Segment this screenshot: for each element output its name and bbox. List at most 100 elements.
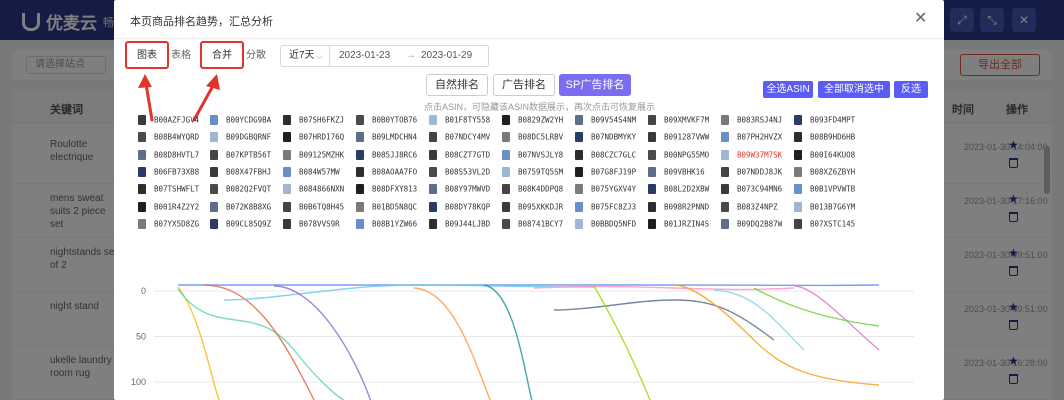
asin-legend-item[interactable]: B08L2D2XBW [648, 181, 720, 198]
rank-series-line[interactable] [177, 286, 224, 400]
asin-legend-item[interactable]: B07HRD176Q [283, 129, 355, 146]
asin-legend-item[interactable]: B078VVS9R [283, 216, 355, 233]
close-icon[interactable]: ✕ [914, 11, 927, 27]
asin-legend-item[interactable]: B08DC5LRBV [502, 129, 574, 146]
product-thumbnail-icon [721, 132, 729, 143]
asin-legend-item[interactable]: B075FC8ZJ3 [575, 199, 647, 216]
asin-legend-item[interactable]: B06FB73XB8 [138, 164, 210, 181]
asin-legend-item[interactable]: B00AZFJGV4 [138, 112, 210, 129]
asin-legend-item[interactable]: B09XMVKF7M [648, 112, 720, 129]
asin-legend-item[interactable]: B08CZT7GTD [429, 147, 501, 164]
asin-legend-item[interactable]: B083RSJ4NJ [721, 112, 793, 129]
asin-legend-item[interactable]: B09DQ2B87W [721, 216, 793, 233]
asin-code: B00NPG55MO [664, 150, 710, 160]
date-start[interactable]: 2023-01-23 [339, 46, 390, 66]
asin-code: B08DY78KQP [445, 202, 491, 211]
product-thumbnail-icon [794, 166, 802, 177]
deselect-all-button[interactable]: 全部取消选中 [818, 81, 890, 98]
asin-legend-item[interactable]: B08K4DDPQ8 [502, 181, 574, 198]
asin-legend-item[interactable]: B09W37M7SK [721, 147, 793, 164]
rank-series-line[interactable] [553, 299, 775, 341]
asin-code: B091287VWW [664, 132, 710, 142]
asin-legend-item[interactable]: B091287VWW [648, 129, 720, 146]
asin-legend-item[interactable]: B0759TQ5SM [502, 164, 574, 181]
product-thumbnail-icon [283, 132, 291, 143]
asin-legend-item[interactable]: B08741BCY7 [502, 216, 574, 233]
asin-legend-item[interactable]: B08DFXY813 [356, 181, 428, 198]
asin-legend-item[interactable]: B08XZ6ZBYH [794, 164, 866, 181]
rank-series-line[interactable] [753, 287, 880, 327]
asin-legend-item[interactable]: B0BBDQ5NFD [575, 216, 647, 233]
asin-legend-item[interactable]: B08CZC7GLC [575, 147, 647, 164]
asin-legend-item[interactable]: B07TSHWFLT [138, 181, 210, 198]
asin-legend-item[interactable]: B08X47FBHJ [210, 164, 282, 181]
asin-legend-item[interactable]: B001R4Z2Y2 [138, 199, 210, 216]
asin-legend-item[interactable]: B07YX5D8ZG [138, 216, 210, 233]
asin-legend-item[interactable]: B07NDDJ8JK [721, 164, 793, 181]
asin-legend-item[interactable]: B075YGXV4Y [575, 181, 647, 198]
tab-split[interactable]: 分散 [241, 46, 271, 66]
asin-legend-item[interactable]: B084866NXN [283, 181, 355, 198]
asin-legend-item[interactable]: B083Z4NPZ [721, 199, 793, 216]
asin-legend-item[interactable]: B07G8FJ19P [575, 164, 647, 181]
tab-sp-ad-rank[interactable]: SP广告排名 [559, 74, 631, 96]
asin-legend-item[interactable]: B07PH2HVZX [721, 129, 793, 146]
asin-legend-item[interactable]: B08B9HD6HB [794, 129, 866, 146]
product-thumbnail-icon [575, 184, 583, 195]
date-end[interactable]: 2023-01-29 [421, 46, 472, 66]
asin-legend-item[interactable]: B00I64KUO8 [794, 147, 866, 164]
asin-legend-item[interactable]: B07KPTB56T [210, 147, 282, 164]
asin-legend-item[interactable]: B095XKKDJR [502, 199, 574, 216]
rank-series-line[interactable] [713, 289, 805, 351]
asin-legend-item[interactable]: B07XSTC145 [794, 216, 866, 233]
asin-legend-item[interactable]: B01F8TY558 [429, 112, 501, 129]
asin-legend-item[interactable]: B08Y97MWVD [429, 181, 501, 198]
asin-legend-item[interactable]: B08D8HVTL7 [138, 147, 210, 164]
asin-legend-item[interactable]: B09V54S4NM [575, 112, 647, 129]
asin-legend-item[interactable]: B0829ZW2YH [502, 112, 574, 129]
asin-legend-item[interactable]: B07NDBMYKY [575, 129, 647, 146]
rank-series-line[interactable] [413, 287, 494, 400]
asin-legend-item[interactable]: B08AOAA7FO [356, 164, 428, 181]
asin-legend-item[interactable]: B013B7G6YM [794, 199, 866, 216]
asin-legend-item[interactable]: B01JRZIN4S [648, 216, 720, 233]
asin-legend-item[interactable]: B085JJ8RC6 [356, 147, 428, 164]
asin-legend-item[interactable]: B07NDCY4MV [429, 129, 501, 146]
asin-legend-item[interactable]: B09LMDCHN4 [356, 129, 428, 146]
rank-series-line[interactable] [483, 284, 534, 400]
rank-series-line[interactable] [203, 284, 315, 400]
asin-legend-item[interactable]: B0B6TQ8H45 [283, 199, 355, 216]
asin-legend-item[interactable]: B01BD5N8QC [356, 199, 428, 216]
asin-legend-item[interactable]: B08B4WYQRD [138, 129, 210, 146]
range-select[interactable]: 近7天 ⌵ [280, 45, 330, 67]
product-thumbnail-icon [575, 149, 583, 160]
arrow-head-right [206, 74, 220, 90]
asin-legend-item[interactable]: B00YCDG9BA [210, 112, 282, 129]
tab-ad-rank[interactable]: 广告排名 [493, 74, 555, 96]
asin-legend-item[interactable]: B09DGBQRNF [210, 129, 282, 146]
asin-legend-item[interactable]: B082Q2FVQT [210, 181, 282, 198]
asin-legend-item[interactable]: B09125MZHK [283, 147, 355, 164]
asin-legend-item[interactable]: B093FD4MPT [794, 112, 866, 129]
asin-legend-item[interactable]: B073C94MN6 [721, 181, 793, 198]
asin-legend-item[interactable]: B00NPG55MO [648, 147, 720, 164]
asin-legend-item[interactable]: B084W57MW [283, 164, 355, 181]
asin-legend-item[interactable]: B098R2PNND [648, 199, 720, 216]
asin-legend-item[interactable]: B08B1YZW66 [356, 216, 428, 233]
asin-legend-item[interactable]: B0B1VPVWTB [794, 181, 866, 198]
rank-series-line[interactable] [673, 284, 880, 386]
invert-selection-button[interactable]: 反选 [894, 81, 928, 98]
asin-legend-item[interactable]: B07SH6FKZJ [283, 112, 355, 129]
asin-legend-item[interactable]: B09CL85Q9Z [210, 216, 282, 233]
asin-legend-item[interactable]: B09J44LJBD [429, 216, 501, 233]
asin-legend-item[interactable]: B08S53VL2D [429, 164, 501, 181]
select-all-asin-button[interactable]: 全选ASIN [763, 81, 813, 98]
asin-legend-item[interactable]: B0B0YTOB76 [356, 112, 428, 129]
asin-legend-item[interactable]: B072K8B8XG [210, 199, 282, 216]
date-range-picker[interactable]: 2023-01-23 → 2023-01-29 [329, 45, 489, 67]
asin-legend-item[interactable]: B09VBHK16 [648, 164, 720, 181]
asin-legend-item[interactable]: B08DY78KQP [429, 199, 501, 216]
tab-table[interactable]: 表格 [166, 46, 196, 66]
asin-legend-item[interactable]: B07NVSJLY8 [502, 147, 574, 164]
tab-natural-rank[interactable]: 自然排名 [426, 74, 488, 96]
